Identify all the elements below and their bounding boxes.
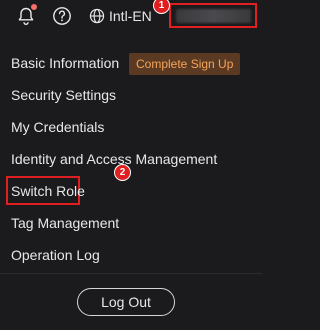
menu-item-label: Switch Role — [11, 183, 85, 199]
language-label: Intl-EN — [109, 8, 152, 24]
menu-item-label: My Credentials — [11, 119, 105, 135]
menu-item-switch-role[interactable]: Switch Role — [11, 180, 85, 202]
username-redacted — [176, 9, 251, 23]
complete-sign-up-badge[interactable]: Complete Sign Up — [129, 53, 241, 75]
menu-item-my-credentials[interactable]: My Credentials — [11, 116, 104, 138]
menu-item-label: Basic Information — [11, 55, 120, 71]
notification-dot — [31, 4, 37, 10]
menu-item-tag-management[interactable]: Tag Management — [11, 212, 119, 234]
menu-item-label: Tag Management — [11, 215, 120, 231]
menu-item-label: Operation Log — [11, 247, 100, 263]
globe-icon — [89, 8, 105, 24]
menu-item-basic-information[interactable]: Basic Information — [11, 52, 119, 74]
menu-item-security-settings[interactable]: Security Settings — [11, 84, 116, 106]
log-out-label: Log Out — [101, 294, 151, 310]
top-navigation-bar: Intl-EN 1 — [0, 0, 262, 32]
menu-item-operation-log[interactable]: Operation Log — [11, 244, 100, 266]
user-account-button[interactable] — [169, 3, 257, 28]
help-icon[interactable] — [52, 6, 72, 26]
menu-divider — [0, 273, 262, 274]
log-out-button[interactable]: Log Out — [77, 288, 175, 316]
language-selector[interactable]: Intl-EN — [89, 6, 152, 26]
menu-item-label: Identity and Access Management — [11, 151, 218, 167]
step-2-marker: 2 — [114, 164, 131, 181]
menu-item-label: Security Settings — [11, 87, 117, 103]
step-1-marker: 1 — [153, 0, 170, 14]
menu-item-identity-access-management[interactable]: Identity and Access Management — [11, 148, 217, 170]
